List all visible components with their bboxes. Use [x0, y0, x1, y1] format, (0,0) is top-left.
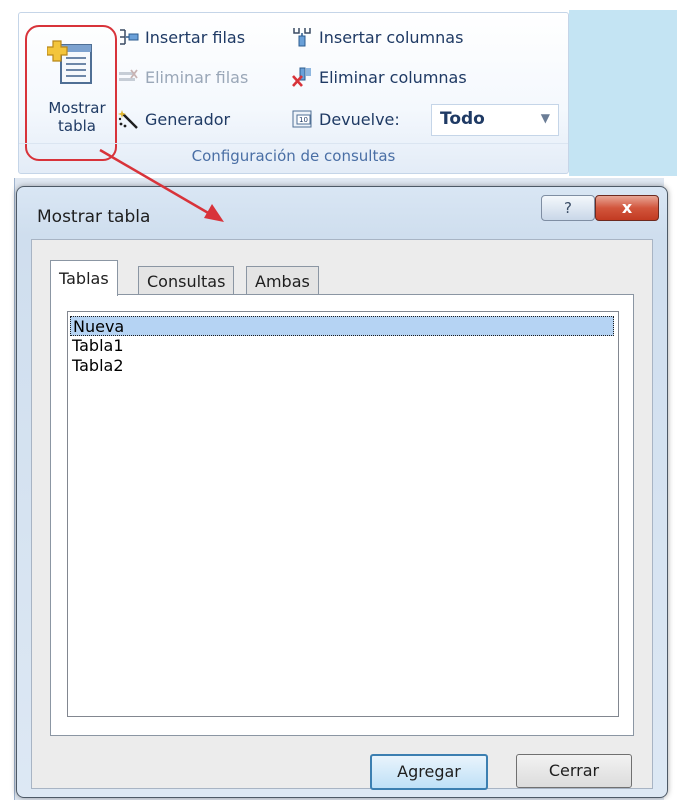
delete-rows-button[interactable]: Eliminar filas [117, 65, 248, 89]
dialog-title: Mostrar tabla [37, 207, 151, 227]
show-table-icon [47, 40, 92, 84]
delete-rows-icon [119, 69, 138, 81]
tab-queries[interactable]: Consultas [138, 266, 235, 295]
tab-queries-label: Consultas [147, 271, 226, 291]
list-item-label: Nueva [73, 317, 125, 336]
show-table-label: Mostrar tabla [35, 99, 119, 135]
insert-rows-icon [120, 29, 139, 45]
builder-wand-icon [118, 110, 138, 129]
dialog-body: Tablas Consultas Ambas Nueva Tabla1 Tabl… [31, 239, 653, 790]
tab-panel: Nueva Tabla1 Tabla2 [50, 294, 634, 736]
list-item[interactable]: Tabla1 [70, 336, 616, 356]
returns-combo[interactable]: Todo ▼ [431, 104, 559, 136]
list-item-label: Tabla1 [72, 336, 124, 355]
show-table-dialog: Mostrar tabla ? x Tablas Consultas Ambas… [16, 186, 668, 798]
ribbon-background-panel [569, 10, 677, 176]
query-setup-group: Mostrar tabla Insertar filas Eliminar fi… [18, 12, 569, 174]
table-list[interactable]: Nueva Tabla1 Tabla2 [67, 311, 619, 717]
list-item[interactable]: Tabla2 [70, 356, 616, 376]
navigation-pane-edge [0, 178, 15, 800]
insert-rows-button[interactable]: Insertar filas [117, 25, 245, 49]
delete-columns-label: Eliminar columnas [319, 67, 467, 87]
add-button[interactable]: Agregar [370, 754, 488, 790]
builder-label: Generador [145, 109, 231, 129]
list-item-label: Tabla2 [72, 356, 124, 375]
group-divider [19, 143, 568, 144]
returns-label: Devuelve: [319, 109, 400, 129]
show-table-label-line2: tabla [58, 117, 96, 135]
close-icon: x [621, 198, 633, 217]
builder-button[interactable]: Generador [117, 107, 230, 131]
tab-both-label: Ambas [255, 271, 310, 291]
close-window-button[interactable]: x [595, 195, 659, 221]
tab-both[interactable]: Ambas [246, 266, 319, 295]
tab-tables[interactable]: Tablas [50, 260, 118, 296]
help-button[interactable]: ? [541, 195, 595, 221]
delete-columns-button[interactable]: Eliminar columnas [291, 65, 467, 89]
help-icon: ? [564, 199, 572, 217]
insert-columns-icon [293, 28, 311, 47]
returns-icon: 10 [292, 110, 312, 128]
show-table-label-line1: Mostrar [48, 99, 106, 117]
returns-label-cell: 10 Devuelve: [291, 107, 400, 131]
insert-columns-label: Insertar columnas [319, 27, 464, 47]
delete-columns-icon [292, 67, 311, 87]
insert-columns-button[interactable]: Insertar columnas [291, 25, 463, 49]
add-button-label: Agregar [397, 762, 461, 781]
close-button[interactable]: Cerrar [516, 754, 632, 788]
returns-value: Todo [440, 109, 485, 129]
tab-tables-label: Tablas [59, 269, 109, 288]
list-item[interactable]: Nueva [70, 316, 614, 336]
show-table-button[interactable]: Mostrar tabla [27, 19, 107, 141]
insert-rows-label: Insertar filas [145, 27, 246, 47]
delete-rows-label: Eliminar filas [145, 67, 249, 87]
svg-text:10: 10 [299, 116, 308, 124]
group-title: Configuración de consultas [191, 147, 396, 165]
chevron-down-icon[interactable]: ▼ [541, 111, 550, 125]
close-button-label: Cerrar [548, 761, 600, 780]
